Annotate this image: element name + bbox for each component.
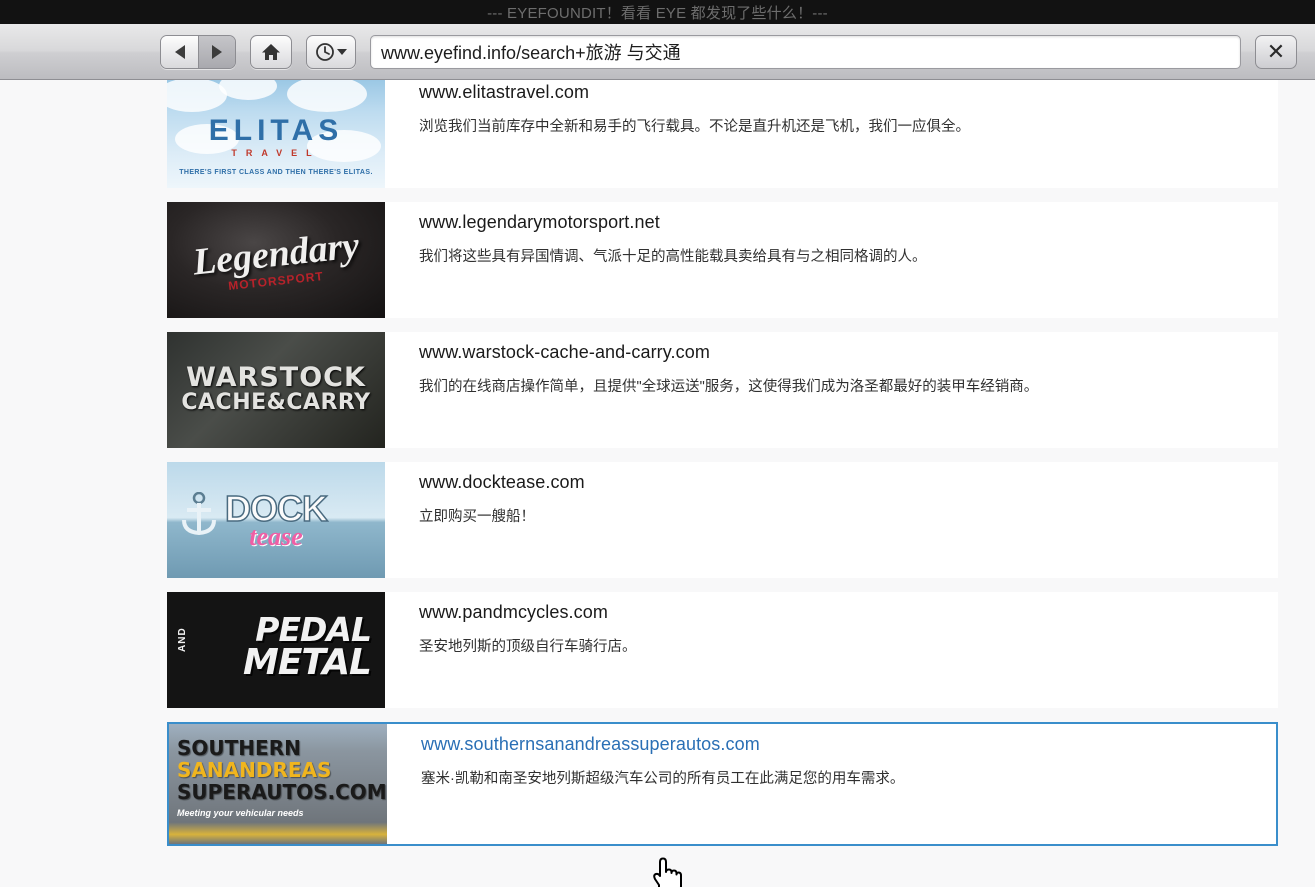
address-bar[interactable]: www.eyefind.info/search+旅游 与交通 <box>370 34 1241 69</box>
triangle-right-icon <box>212 44 222 59</box>
warstock-logo-subtext: CACHE&CARRY <box>181 390 371 415</box>
search-result-item[interactable]: WARSTOCK CACHE&CARRY www.warstock-cache-… <box>167 332 1278 448</box>
window-title-bar: --- EYEFOUNDIT！看看 EYE 都发现了些什么！--- <box>0 0 1315 24</box>
cloud-shape <box>287 80 367 112</box>
triangle-left-icon <box>174 44 185 59</box>
search-result-item[interactable]: ELITAS TRAVEL THERE'S FIRST CLASS AND TH… <box>167 80 1278 188</box>
dock-logo-subtext: tease <box>249 522 303 551</box>
window-title: --- EYEFOUNDIT！看看 EYE 都发现了些什么！--- <box>487 4 828 22</box>
southern-logo-line2: SANANDREAS <box>177 758 332 782</box>
clock-icon <box>316 42 334 61</box>
search-results-list: ELITAS TRAVEL THERE'S FIRST CLASS AND TH… <box>167 80 1278 860</box>
search-result-item-selected[interactable]: SOUTHERN SANANDREAS SUPERAUTOS.COM Meeti… <box>167 722 1278 846</box>
search-result-url[interactable]: www.warstock-cache-and-carry.com <box>419 342 1038 363</box>
elitas-travel-logo[interactable]: ELITAS TRAVEL THERE'S FIRST CLASS AND TH… <box>167 80 385 188</box>
search-result-text: www.elitastravel.com 浏览我们当前库存中全新和易手的飞行载具… <box>385 80 970 136</box>
back-button[interactable] <box>161 35 198 68</box>
southern-san-andreas-super-autos-logo[interactable]: SOUTHERN SANANDREAS SUPERAUTOS.COM Meeti… <box>169 724 387 844</box>
pedal-and-metal-logo[interactable]: AND PEDAL METAL <box>167 592 385 708</box>
elitas-logo-text: ELITAS <box>208 114 344 147</box>
search-result-description: 塞米·凯勒和南圣安地列斯超级汽车公司的所有员工在此满足您的用车需求。 <box>421 771 905 787</box>
close-button[interactable]: ✕ <box>1255 34 1297 69</box>
docktease-logo[interactable]: DOCK tease <box>167 462 385 578</box>
search-result-url[interactable]: www.elitastravel.com <box>419 82 970 103</box>
elitas-logo-subtext: TRAVEL <box>231 148 321 158</box>
warstock-cache-and-carry-logo[interactable]: WARSTOCK CACHE&CARRY <box>167 332 385 448</box>
search-result-description: 浏览我们当前库存中全新和易手的飞行载具。不论是直升机还是飞机，我们一应俱全。 <box>419 119 970 135</box>
search-result-text: www.warstock-cache-and-carry.com 我们的在线商店… <box>385 332 1038 396</box>
search-result-url[interactable]: www.southernsanandreassuperautos.com <box>421 734 904 755</box>
southern-logo-line1: SOUTHERN <box>177 736 301 760</box>
forward-button[interactable] <box>198 35 235 68</box>
search-result-text: www.docktease.com 立即购买一艘船！ <box>385 462 585 526</box>
search-result-text: www.pandmcycles.com 圣安地列斯的顶级自行车骑行店。 <box>385 592 637 656</box>
southern-logo-line3: SUPERAUTOS.COM <box>177 780 387 804</box>
pedal-logo-extra: AND <box>177 627 188 652</box>
warstock-logo-text: WARSTOCK <box>186 362 366 393</box>
search-results-page: ELITAS TRAVEL THERE'S FIRST CLASS AND TH… <box>0 80 1315 887</box>
search-result-description: 我们的在线商店操作简单，且提供"全球运送"服务，这使得我们成为洛圣都最好的装甲车… <box>419 379 1039 395</box>
search-result-description: 我们将这些具有异国情调、气派十足的高性能载具卖给具有与之相同格调的人。 <box>419 249 927 265</box>
elitas-logo-tagline: THERE'S FIRST CLASS AND THEN THERE'S ELI… <box>179 169 373 176</box>
history-button[interactable] <box>306 34 356 69</box>
search-result-text: www.southernsanandreassuperautos.com 塞米·… <box>387 724 904 788</box>
search-result-url[interactable]: www.pandmcycles.com <box>419 602 637 623</box>
southern-logo-tagline: Meeting your vehicular needs <box>177 808 304 818</box>
cloud-shape <box>167 80 227 112</box>
pedal-logo-subtext: METAL <box>243 642 372 683</box>
search-result-item[interactable]: AND PEDAL METAL www.pandmcycles.com 圣安地列… <box>167 592 1278 708</box>
address-bar-value: www.eyefind.info/search+旅游 与交通 <box>381 42 681 63</box>
cloud-shape <box>219 80 277 100</box>
search-result-url[interactable]: www.docktease.com <box>419 472 585 493</box>
search-result-url[interactable]: www.legendarymotorsport.net <box>419 212 927 233</box>
navigation-button-group <box>160 34 236 69</box>
search-result-text: www.legendarymotorsport.net 我们将这些具有异国情调、… <box>385 202 927 266</box>
search-result-item[interactable]: DOCK tease www.docktease.com 立即购买一艘船！ <box>167 462 1278 578</box>
chevron-down-icon <box>337 48 347 55</box>
browser-toolbar: www.eyefind.info/search+旅游 与交通 ✕ <box>0 24 1315 80</box>
home-button[interactable] <box>250 34 292 69</box>
search-result-item[interactable]: Legendary MOTORSPORT www.legendarymotors… <box>167 202 1278 318</box>
search-result-description: 立即购买一艘船！ <box>419 509 535 525</box>
search-result-description: 圣安地列斯的顶级自行车骑行店。 <box>419 639 637 655</box>
legendary-motorsport-logo[interactable]: Legendary MOTORSPORT <box>167 202 385 318</box>
home-icon <box>262 43 280 60</box>
